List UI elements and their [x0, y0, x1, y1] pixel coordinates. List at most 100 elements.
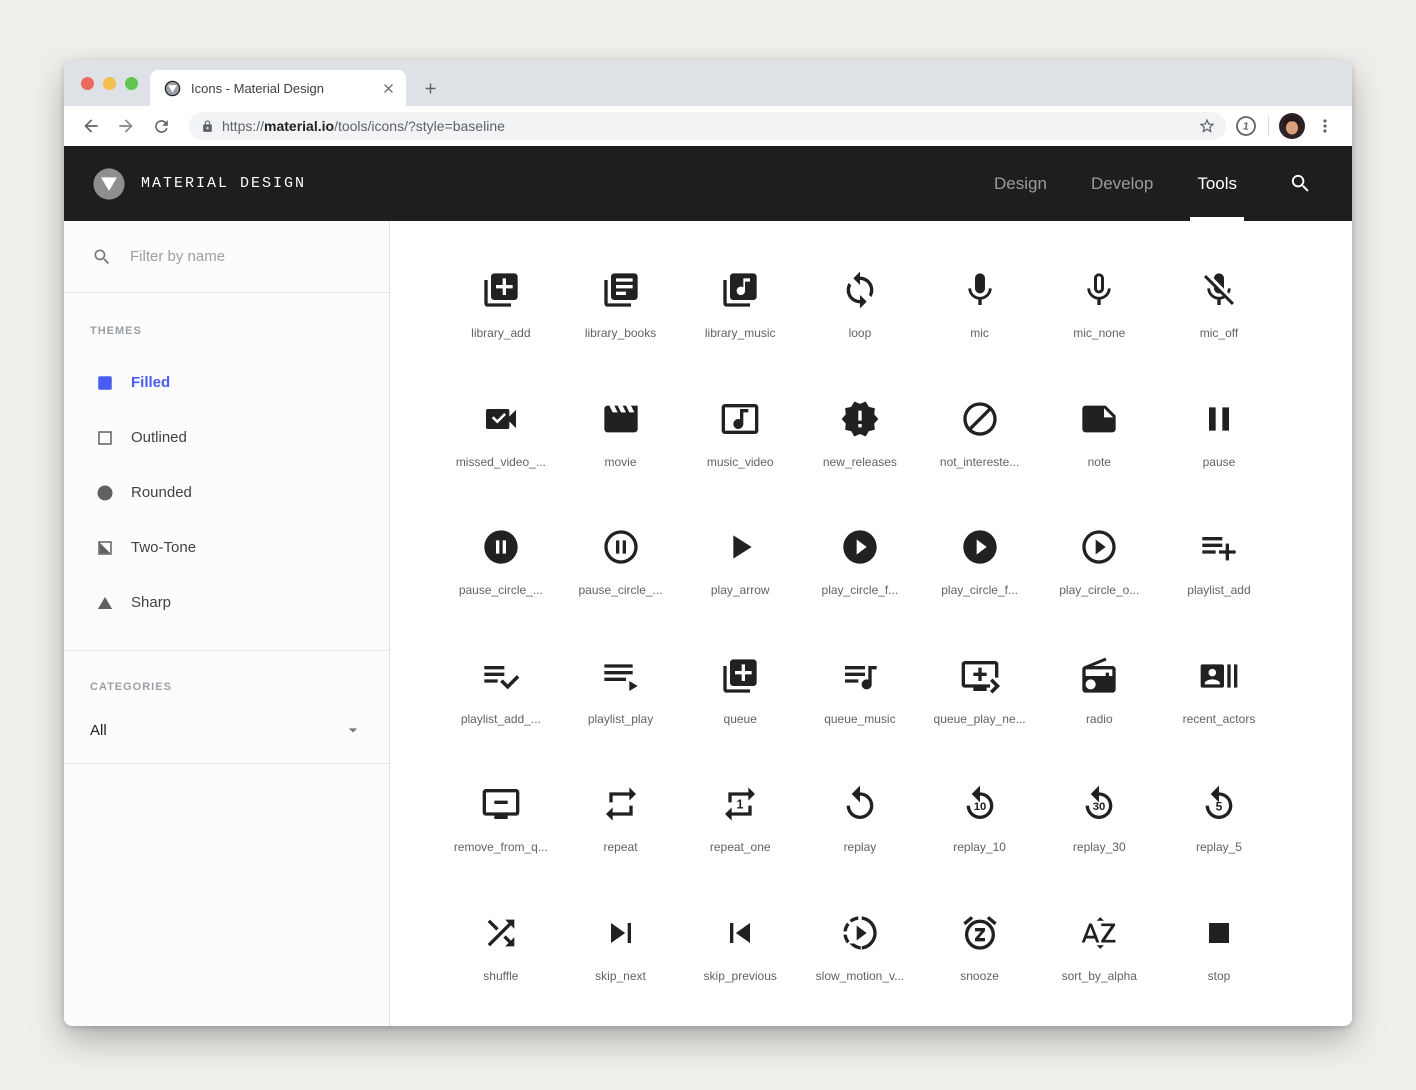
icon-cell-play_arrow[interactable]: play_arrow	[680, 507, 800, 636]
icon-cell-mic_off[interactable]: mic_off	[1159, 250, 1279, 379]
icon-label: skip_previous	[704, 969, 777, 983]
pause_circle_filled-icon	[481, 527, 521, 567]
icon-cell-missed_video_call[interactable]: missed_video_...	[441, 379, 561, 508]
icon-label: play_circle_o...	[1059, 583, 1139, 597]
brand[interactable]: MATERIAL DESIGN	[92, 167, 306, 201]
icon-cell-library_books[interactable]: library_books	[561, 250, 681, 379]
active-tab-indicator	[1190, 217, 1244, 221]
back-button[interactable]	[76, 111, 106, 141]
theme-item-sharp[interactable]: Sharp	[64, 575, 389, 630]
forward-button[interactable]	[111, 111, 141, 141]
icon-cell-skip_next[interactable]: skip_next	[561, 893, 681, 1022]
icon-cell-music_video[interactable]: music_video	[680, 379, 800, 508]
browser-tab[interactable]: Icons - Material Design	[150, 70, 406, 106]
icon-cell-playlist_add_check[interactable]: playlist_add_...	[441, 636, 561, 765]
icon-cell-pause_circle_outline[interactable]: pause_circle_...	[561, 507, 681, 636]
playlist_add_check-icon	[481, 656, 521, 696]
plus-icon	[422, 80, 439, 97]
icon-label: replay_5	[1196, 840, 1242, 854]
icon-cell-shuffle[interactable]: shuffle	[441, 893, 561, 1022]
icon-cell-play_circle_filled_white[interactable]: play_circle_f...	[920, 507, 1040, 636]
icon-cell-movie[interactable]: movie	[561, 379, 681, 508]
nav-design[interactable]: Design	[994, 146, 1047, 221]
icon-cell-remove_from_queue[interactable]: remove_from_q...	[441, 764, 561, 893]
icon-cell-pause[interactable]: pause	[1159, 379, 1279, 508]
icon-cell-repeat[interactable]: repeat	[561, 764, 681, 893]
icon-cell-note[interactable]: note	[1039, 379, 1159, 508]
theme-item-two-tone[interactable]: Two-Tone	[64, 520, 389, 575]
close-tab-icon[interactable]	[381, 81, 396, 96]
url-text: https://material.io/tools/icons/?style=b…	[222, 118, 1198, 134]
icon-cell-repeat_one[interactable]: 1 repeat_one	[680, 764, 800, 893]
icon-cell-play_circle_outline[interactable]: play_circle_o...	[1039, 507, 1159, 636]
toolbar-right: 1	[1234, 113, 1335, 139]
material-design-favicon	[164, 80, 181, 97]
icon-label: snooze	[960, 969, 999, 983]
main-panel: library_add library_books library_music …	[390, 221, 1352, 1026]
kebab-menu-icon[interactable]	[1315, 116, 1335, 136]
icon-cell-library_add[interactable]: library_add	[441, 250, 561, 379]
icon-cell-recent_actors[interactable]: recent_actors	[1159, 636, 1279, 765]
minimize-window-button[interactable]	[103, 77, 116, 90]
icon-cell-queue_play_next[interactable]: queue_play_ne...	[920, 636, 1040, 765]
header-search-button[interactable]	[1289, 172, 1312, 195]
reload-button[interactable]	[146, 111, 176, 141]
icon-label: radio	[1086, 712, 1113, 726]
icon-cell-playlist_play[interactable]: playlist_play	[561, 636, 681, 765]
icon-cell-queue_music[interactable]: queue_music	[800, 636, 920, 765]
bookmark-star-icon[interactable]	[1198, 117, 1216, 135]
theme-item-rounded[interactable]: Rounded	[64, 465, 389, 520]
icon-label: music_video	[707, 455, 774, 469]
icon-cell-radio[interactable]: radio	[1039, 636, 1159, 765]
icon-cell-not_interested[interactable]: not_intereste...	[920, 379, 1040, 508]
icon-cell-replay_30[interactable]: 30 replay_30	[1039, 764, 1159, 893]
svg-text:5: 5	[1216, 800, 1223, 814]
icon-cell-stop[interactable]: stop	[1159, 893, 1279, 1022]
icon-cell-new_releases[interactable]: new_releases	[800, 379, 920, 508]
category-dropdown[interactable]: All	[90, 713, 363, 747]
icon-label: playlist_play	[588, 712, 653, 726]
filter-search-icon	[92, 247, 112, 267]
stop-icon	[1199, 913, 1239, 953]
filter-box[interactable]	[64, 221, 389, 293]
skip_next-icon	[601, 913, 641, 953]
browser-window: Icons - Material Design https://material…	[64, 60, 1352, 1026]
extension-1password-icon[interactable]: 1	[1234, 114, 1258, 138]
nav-develop[interactable]: Develop	[1091, 146, 1153, 221]
icon-cell-replay_5[interactable]: 5 replay_5	[1159, 764, 1279, 893]
icon-cell-replay[interactable]: replay	[800, 764, 920, 893]
new-tab-button[interactable]	[416, 74, 444, 102]
icon-cell-loop[interactable]: loop	[800, 250, 920, 379]
theme-item-outlined[interactable]: Outlined	[64, 410, 389, 465]
icon-label: repeat	[604, 840, 638, 854]
icon-cell-library_music[interactable]: library_music	[680, 250, 800, 379]
icon-cell-replay_10[interactable]: 10 replay_10	[920, 764, 1040, 893]
icon-cell-playlist_add[interactable]: playlist_add	[1159, 507, 1279, 636]
theme-item-filled[interactable]: Filled	[64, 355, 389, 410]
icon-label: library_add	[471, 326, 530, 340]
new_releases-icon	[840, 399, 880, 439]
zoom-window-button[interactable]	[125, 77, 138, 90]
url-bar[interactable]: https://material.io/tools/icons/?style=b…	[189, 112, 1226, 140]
icon-cell-slow_motion_video[interactable]: slow_motion_v...	[800, 893, 920, 1022]
icon-cell-snooze[interactable]: snooze	[920, 893, 1040, 1022]
icon-cell-mic[interactable]: mic	[920, 250, 1040, 379]
outlined-square-icon	[96, 429, 114, 447]
remove_from_queue-icon	[481, 784, 521, 824]
icon-label: queue_play_ne...	[934, 712, 1026, 726]
traffic-lights	[81, 77, 138, 90]
icon-cell-sort_by_alpha[interactable]: sort_by_alpha	[1039, 893, 1159, 1022]
filter-input[interactable]	[130, 248, 360, 265]
mic_none-icon	[1079, 270, 1119, 310]
icon-label: playlist_add	[1187, 583, 1250, 597]
profile-avatar[interactable]	[1279, 113, 1305, 139]
icon-cell-play_circle_filled[interactable]: play_circle_f...	[800, 507, 920, 636]
icon-cell-mic_none[interactable]: mic_none	[1039, 250, 1159, 379]
icon-cell-pause_circle_filled[interactable]: pause_circle_...	[441, 507, 561, 636]
icon-cell-skip_previous[interactable]: skip_previous	[680, 893, 800, 1022]
mic-icon	[960, 270, 1000, 310]
icon-cell-queue[interactable]: queue	[680, 636, 800, 765]
nav-tools[interactable]: Tools	[1197, 146, 1237, 221]
icon-label: queue_music	[824, 712, 895, 726]
close-window-button[interactable]	[81, 77, 94, 90]
